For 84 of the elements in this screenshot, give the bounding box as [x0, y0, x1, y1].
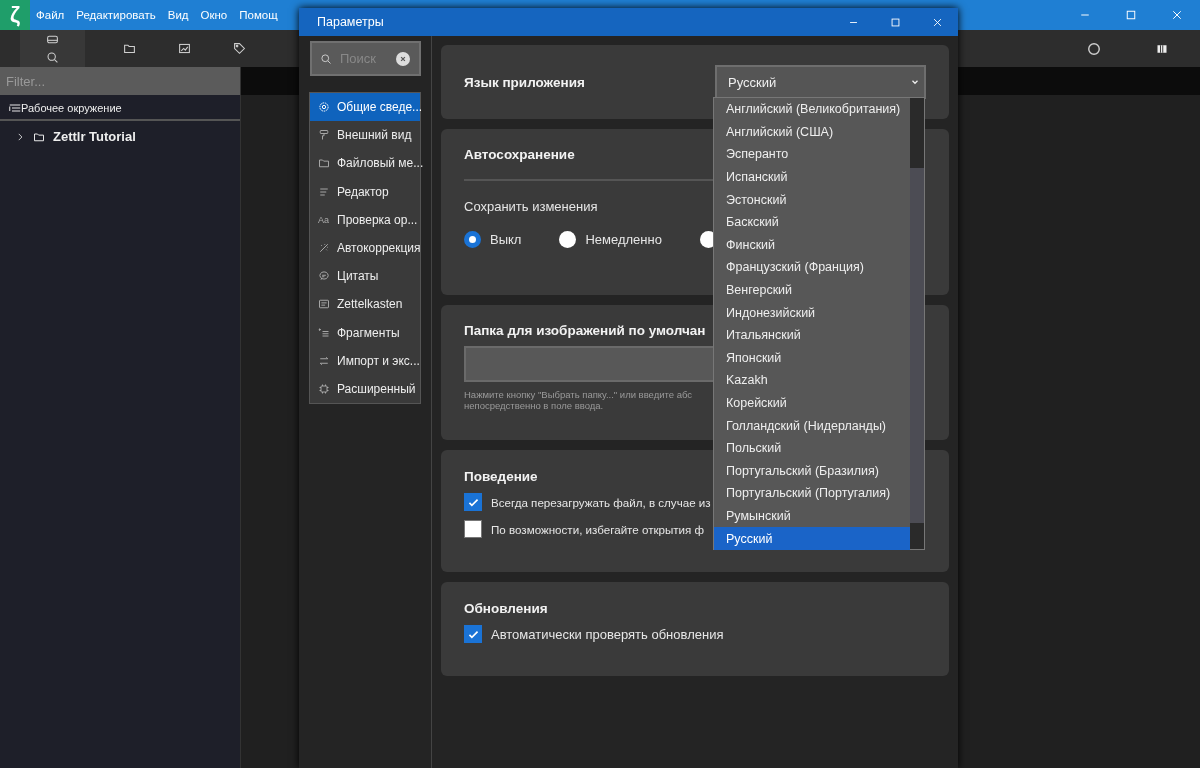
dropdown-option[interactable]: Английский (Великобритания)	[714, 98, 910, 121]
dropdown-option[interactable]: Японский	[714, 346, 910, 370]
menu-item[interactable]: Файл	[30, 9, 71, 21]
search-icon	[320, 52, 332, 65]
nav-item[interactable]: Автокоррекция	[310, 233, 420, 263]
nav-item[interactable]: Zettelkasten	[310, 290, 420, 319]
checkbox[interactable]	[464, 625, 482, 643]
dropdown-option[interactable]: Английский (США)	[714, 120, 910, 144]
dropdown-option[interactable]: Голландский (Нидерланды)	[714, 414, 910, 437]
checkbox[interactable]	[464, 520, 482, 538]
window-title: Параметры	[317, 15, 384, 29]
radio-label: Выкл	[490, 232, 522, 247]
nav-item[interactable]: Общие сведе...	[310, 93, 420, 122]
menu-item[interactable]: Вид	[161, 9, 195, 21]
section-title: Автосохранение	[464, 147, 575, 162]
speech-bubble-icon	[318, 270, 330, 283]
scrollbar[interactable]	[910, 98, 924, 549]
dropdown-option[interactable]: Баскский	[714, 210, 910, 234]
checkbox-label: По возможности, избегайте открытия ф	[491, 522, 705, 536]
dropdown-option[interactable]: Итальянский	[714, 323, 910, 347]
language-select[interactable]: Русский	[715, 65, 926, 99]
folder-icon	[122, 42, 136, 55]
nav-item[interactable]: Цитаты	[310, 262, 420, 291]
app-logo: ζ	[0, 0, 30, 30]
menu-item[interactable]: Окно	[194, 9, 234, 21]
nav-item[interactable]: Импорт и экс...	[310, 346, 420, 375]
workspace-title: Рабочее окружение	[21, 102, 122, 114]
text-icon: Aa	[318, 214, 330, 225]
dropdown-option[interactable]: Венгерский	[714, 278, 910, 302]
list-icon	[318, 326, 330, 339]
menu-item[interactable]: Редактировать	[70, 9, 162, 21]
close-icon	[931, 16, 943, 28]
nav-item[interactable]: Внешний вид	[310, 121, 420, 150]
tag-icon	[232, 42, 246, 55]
section-title: Язык приложения	[464, 74, 585, 90]
checkbox-label: Всегда перезагружать файл, в случае из	[491, 495, 711, 509]
radio-button[interactable]	[464, 231, 481, 248]
chevron-right-icon[interactable]	[15, 131, 25, 142]
dropdown-option[interactable]: Испанский	[714, 165, 910, 189]
list-icon	[9, 102, 21, 114]
folder-icon	[318, 157, 330, 170]
close-icon	[1171, 9, 1183, 21]
clear-button[interactable]	[396, 51, 410, 66]
dropdown-option[interactable]: Французский (Франция)	[714, 256, 910, 279]
circle-icon	[1087, 41, 1101, 56]
checkbox-label: Автоматически проверять обновления	[491, 626, 724, 642]
search-icon	[46, 51, 59, 65]
dropdown-option[interactable]: Финский	[714, 233, 910, 257]
dropdown-option[interactable]: Русский	[714, 527, 910, 550]
dropdown-option[interactable]: Корейский	[714, 391, 910, 415]
radio-button[interactable]	[559, 231, 577, 248]
folder-icon	[33, 130, 45, 143]
dropdown-option[interactable]: Индонезийский	[714, 301, 910, 324]
section-title: Обновления	[464, 601, 548, 616]
nav-item[interactable]: Aa Проверка ор...	[310, 205, 420, 234]
chart-icon	[177, 42, 191, 55]
nav-item[interactable]: Редактор	[310, 177, 420, 206]
section-title: Поведение	[464, 469, 538, 484]
wand-icon	[318, 242, 330, 255]
chip-icon	[318, 382, 330, 395]
maximize-icon	[1125, 9, 1137, 21]
paint-roller-icon	[318, 129, 330, 142]
note-icon	[318, 298, 330, 311]
field-label: Сохранить изменения	[464, 199, 598, 214]
nav-item[interactable]: Фрагменты	[310, 318, 420, 347]
swap-arrows-icon	[318, 354, 330, 367]
dropdown-option[interactable]: Румынский	[714, 504, 910, 528]
dropdown-option[interactable]: Португальский (Португалия)	[714, 482, 910, 505]
menu-item[interactable]: Помощ	[233, 9, 284, 21]
section-title: Папка для изображений по умолчан	[464, 323, 706, 338]
dropdown-option[interactable]: Kazakh	[714, 369, 910, 392]
dropdown-option[interactable]: Эсперанто	[714, 143, 910, 166]
lines-icon	[318, 185, 330, 198]
dropdown-option[interactable]: Эстонский	[714, 188, 910, 211]
radio-label: Немедленно	[585, 232, 662, 247]
tree-item[interactable]: Zettlr Tutorial	[53, 129, 136, 144]
checkbox[interactable]	[464, 493, 482, 511]
sidebar-icon	[1156, 42, 1168, 55]
hint-text: Нажмите кнопку "Выбрать папку..." или введите абс непосредственно в поле ввода.	[464, 389, 693, 411]
dropdown-option[interactable]: Португальский (Бразилия)	[714, 459, 910, 483]
nav-item[interactable]: Расширенный	[310, 374, 420, 404]
dropdown-option[interactable]: Польский	[714, 436, 910, 460]
gear-icon	[318, 101, 330, 114]
maximize-icon	[889, 16, 901, 28]
